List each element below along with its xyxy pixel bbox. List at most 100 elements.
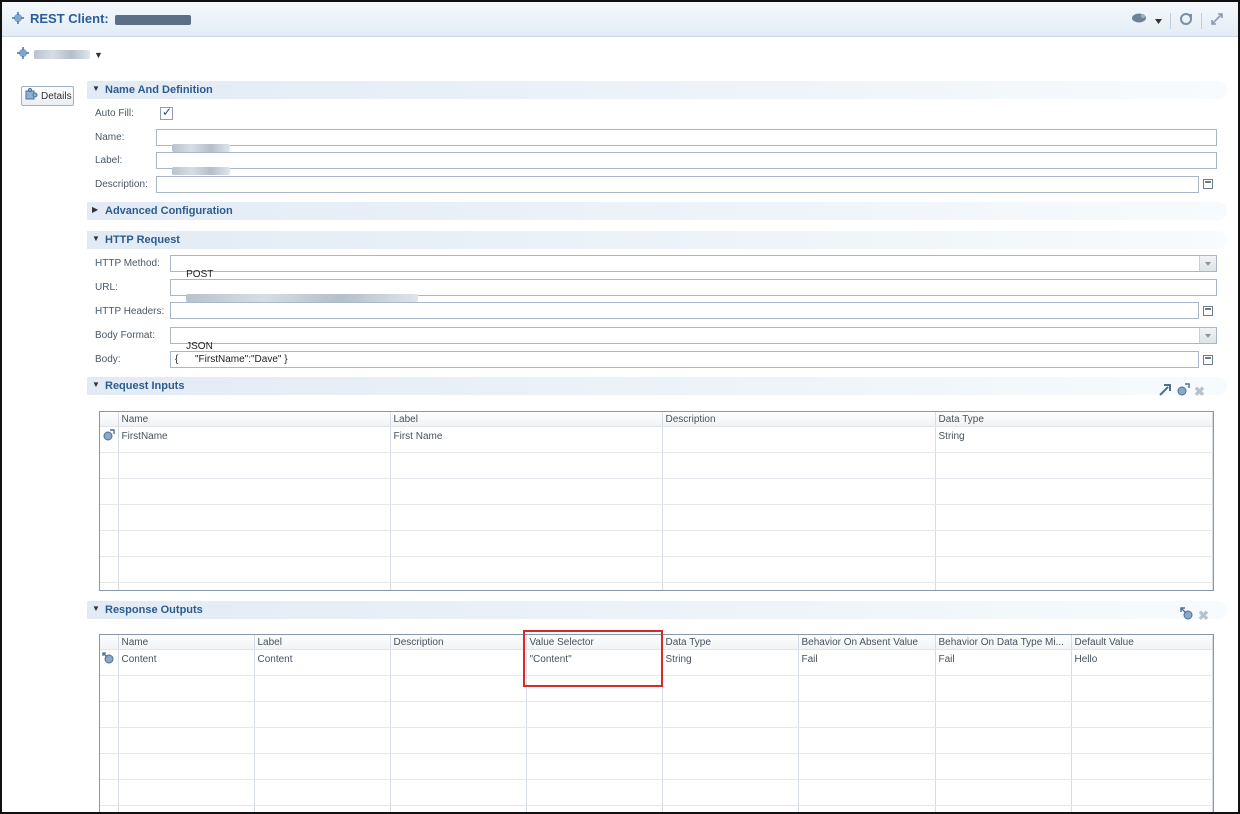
add-from-template-icon[interactable] [1176, 383, 1190, 400]
column-header[interactable]: Label [390, 412, 663, 427]
name-label: Name: [95, 132, 125, 143]
checkmark-icon: ✓ [162, 105, 173, 119]
auto-fill-checkbox[interactable]: ✓ [160, 105, 173, 120]
table-header-row: Name Label Description Data Type [100, 412, 1213, 427]
puzzle-icon [25, 87, 38, 104]
body-format-label: Body Format: [95, 330, 156, 341]
column-header[interactable]: Description [662, 412, 936, 427]
column-header[interactable]: Default Value [1071, 635, 1213, 650]
details-label: Details [41, 90, 72, 102]
add-input-icon[interactable] [1158, 383, 1172, 400]
request-inputs-table: Name Label Description Data Type FirstNa… [99, 411, 1214, 591]
body-format-select[interactable]: JSON [170, 327, 1217, 352]
collapse-triangle-icon[interactable]: ▶ [92, 205, 98, 214]
table-row [100, 753, 1213, 780]
table-cell[interactable]: Fail [935, 649, 1072, 676]
expand-triangle-icon[interactable]: ▼ [92, 84, 100, 93]
rest-client-editor: REST Client: ▼ Details ▼ Name And Defini… [0, 0, 1240, 814]
table-row[interactable]: FirstName First Name String [100, 426, 1213, 453]
column-header[interactable]: Behavior On Absent Value [798, 635, 936, 650]
description-label: Description: [95, 179, 148, 190]
description-field[interactable] [156, 176, 1199, 193]
dropdown-arrow-icon[interactable] [1155, 15, 1162, 27]
table-row [100, 452, 1213, 479]
url-label: URL: [95, 282, 118, 293]
name-field[interactable] [156, 129, 1217, 153]
table-cell[interactable]: String [662, 649, 799, 676]
row-icon-cell [100, 649, 119, 676]
table-cell[interactable]: Hello [1071, 649, 1213, 676]
section-name-definition[interactable]: ▼ Name And Definition [87, 81, 1227, 99]
url-field[interactable] [170, 279, 1217, 303]
value-selector-highlight [523, 630, 663, 687]
expand-editor-icon[interactable] [1203, 306, 1213, 316]
table-row [100, 727, 1213, 754]
section-advanced-configuration[interactable]: ▶ Advanced Configuration [87, 202, 1227, 220]
details-button[interactable]: Details [21, 86, 74, 106]
arrows-icon[interactable] [1210, 12, 1224, 29]
version-selector[interactable]: ▼ [16, 46, 103, 63]
table-cell[interactable]: First Name [390, 426, 663, 453]
response-outputs-toolbar: ✖ [1180, 607, 1209, 624]
toolbar-separator [1170, 12, 1171, 29]
table-cell[interactable] [662, 426, 936, 453]
http-method-select[interactable]: POST [170, 255, 1217, 280]
column-header[interactable]: Data Type [662, 635, 799, 650]
section-title: HTTP Request [105, 234, 180, 246]
expand-triangle-icon[interactable]: ▼ [92, 380, 100, 389]
redacted-value [172, 167, 231, 176]
body-field[interactable]: { "FirstName":"Dave" } [170, 351, 1199, 368]
row-header-cell [100, 412, 119, 427]
delete-icon[interactable]: ✖ [1198, 608, 1209, 624]
column-header[interactable]: Name [118, 412, 391, 427]
page-title: REST Client: [30, 11, 191, 26]
toolbar-separator [1201, 12, 1202, 29]
redacted-version-label [34, 50, 90, 59]
request-inputs-toolbar: ✖ [1158, 383, 1205, 400]
column-header[interactable]: Description [390, 635, 527, 650]
auto-fill-label: Auto Fill: [95, 108, 134, 119]
table-row [100, 701, 1213, 728]
editor-toolbar [1131, 12, 1224, 29]
editor-title-bar: REST Client: [2, 2, 1238, 37]
chevron-down-icon[interactable] [1199, 328, 1216, 343]
comment-icon[interactable] [1131, 13, 1147, 28]
section-title: Request Inputs [105, 380, 185, 392]
table-cell[interactable]: Content [254, 649, 391, 676]
expand-triangle-icon[interactable]: ▼ [92, 604, 100, 613]
table-row [100, 504, 1213, 531]
http-headers-field[interactable] [170, 302, 1199, 319]
delete-icon[interactable]: ✖ [1194, 384, 1205, 400]
expand-editor-icon[interactable] [1203, 179, 1213, 189]
table-cell[interactable]: Fail [798, 649, 936, 676]
chevron-down-icon[interactable] [1199, 256, 1216, 271]
table-row [100, 805, 1213, 812]
body-label: Body: [95, 354, 121, 365]
table-row [100, 478, 1213, 505]
column-header[interactable]: Name [118, 635, 255, 650]
row-icon-cell [100, 426, 119, 453]
http-method-label: HTTP Method: [95, 258, 160, 269]
table-cell[interactable]: String [935, 426, 1213, 453]
label-label: Label: [95, 155, 123, 166]
table-cell[interactable]: Content [118, 649, 255, 676]
add-output-icon[interactable] [1180, 607, 1194, 624]
label-field[interactable] [156, 152, 1217, 176]
expand-editor-icon[interactable] [1203, 355, 1213, 365]
column-header[interactable]: Label [254, 635, 391, 650]
section-title: Advanced Configuration [105, 205, 233, 217]
refresh-icon[interactable] [1179, 12, 1193, 29]
section-request-inputs[interactable]: ▼ Request Inputs [87, 377, 1227, 395]
chevron-down-icon[interactable]: ▼ [94, 50, 103, 60]
table-cell[interactable] [390, 649, 527, 676]
column-header[interactable]: Behavior On Data Type Mi... [935, 635, 1072, 650]
expand-triangle-icon[interactable]: ▼ [92, 234, 100, 243]
section-http-request[interactable]: ▼ HTTP Request [87, 231, 1227, 249]
rest-client-icon [11, 11, 25, 25]
table-cell[interactable]: FirstName [118, 426, 391, 453]
http-headers-label: HTTP Headers: [95, 306, 165, 317]
table-row [100, 556, 1213, 583]
column-header[interactable]: Data Type [935, 412, 1213, 427]
section-response-outputs[interactable]: ▼ Response Outputs [87, 601, 1227, 619]
redacted-client-name [114, 14, 191, 25]
